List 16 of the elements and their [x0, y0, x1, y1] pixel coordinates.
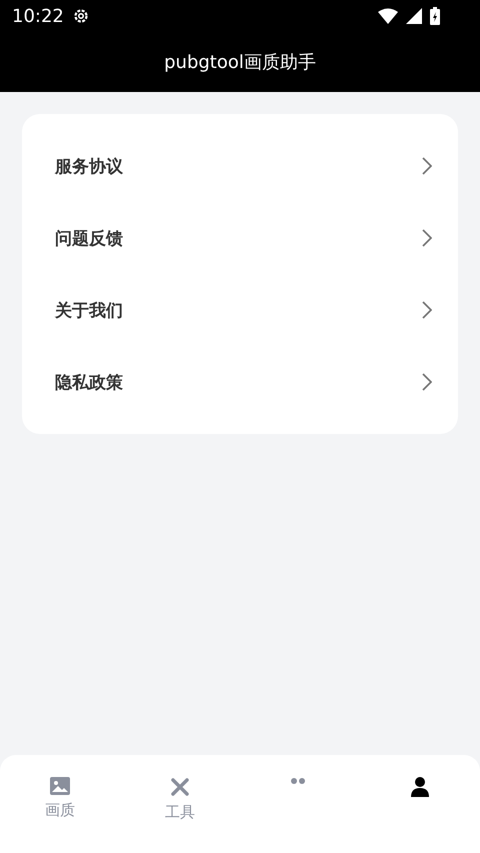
person-icon: [411, 777, 429, 797]
status-time: 10:22: [12, 6, 64, 26]
wifi-icon: [378, 8, 398, 24]
settings-icon: [72, 7, 90, 25]
menu-item[interactable]: 问题反馈: [22, 202, 458, 274]
menu-item[interactable]: 隐私政策: [22, 346, 458, 418]
signal-icon: [406, 8, 422, 24]
app-title: pubgtool画质助手: [164, 51, 316, 74]
chevron-right-icon: [422, 301, 432, 319]
menu-item[interactable]: 服务协议: [22, 130, 458, 202]
image-icon: [50, 777, 70, 795]
chevron-right-icon: [422, 373, 432, 391]
menu-item[interactable]: 关于我们: [22, 274, 458, 346]
chevron-right-icon: [422, 229, 432, 247]
battery-icon: [430, 7, 440, 25]
chevron-right-icon: [422, 157, 432, 175]
